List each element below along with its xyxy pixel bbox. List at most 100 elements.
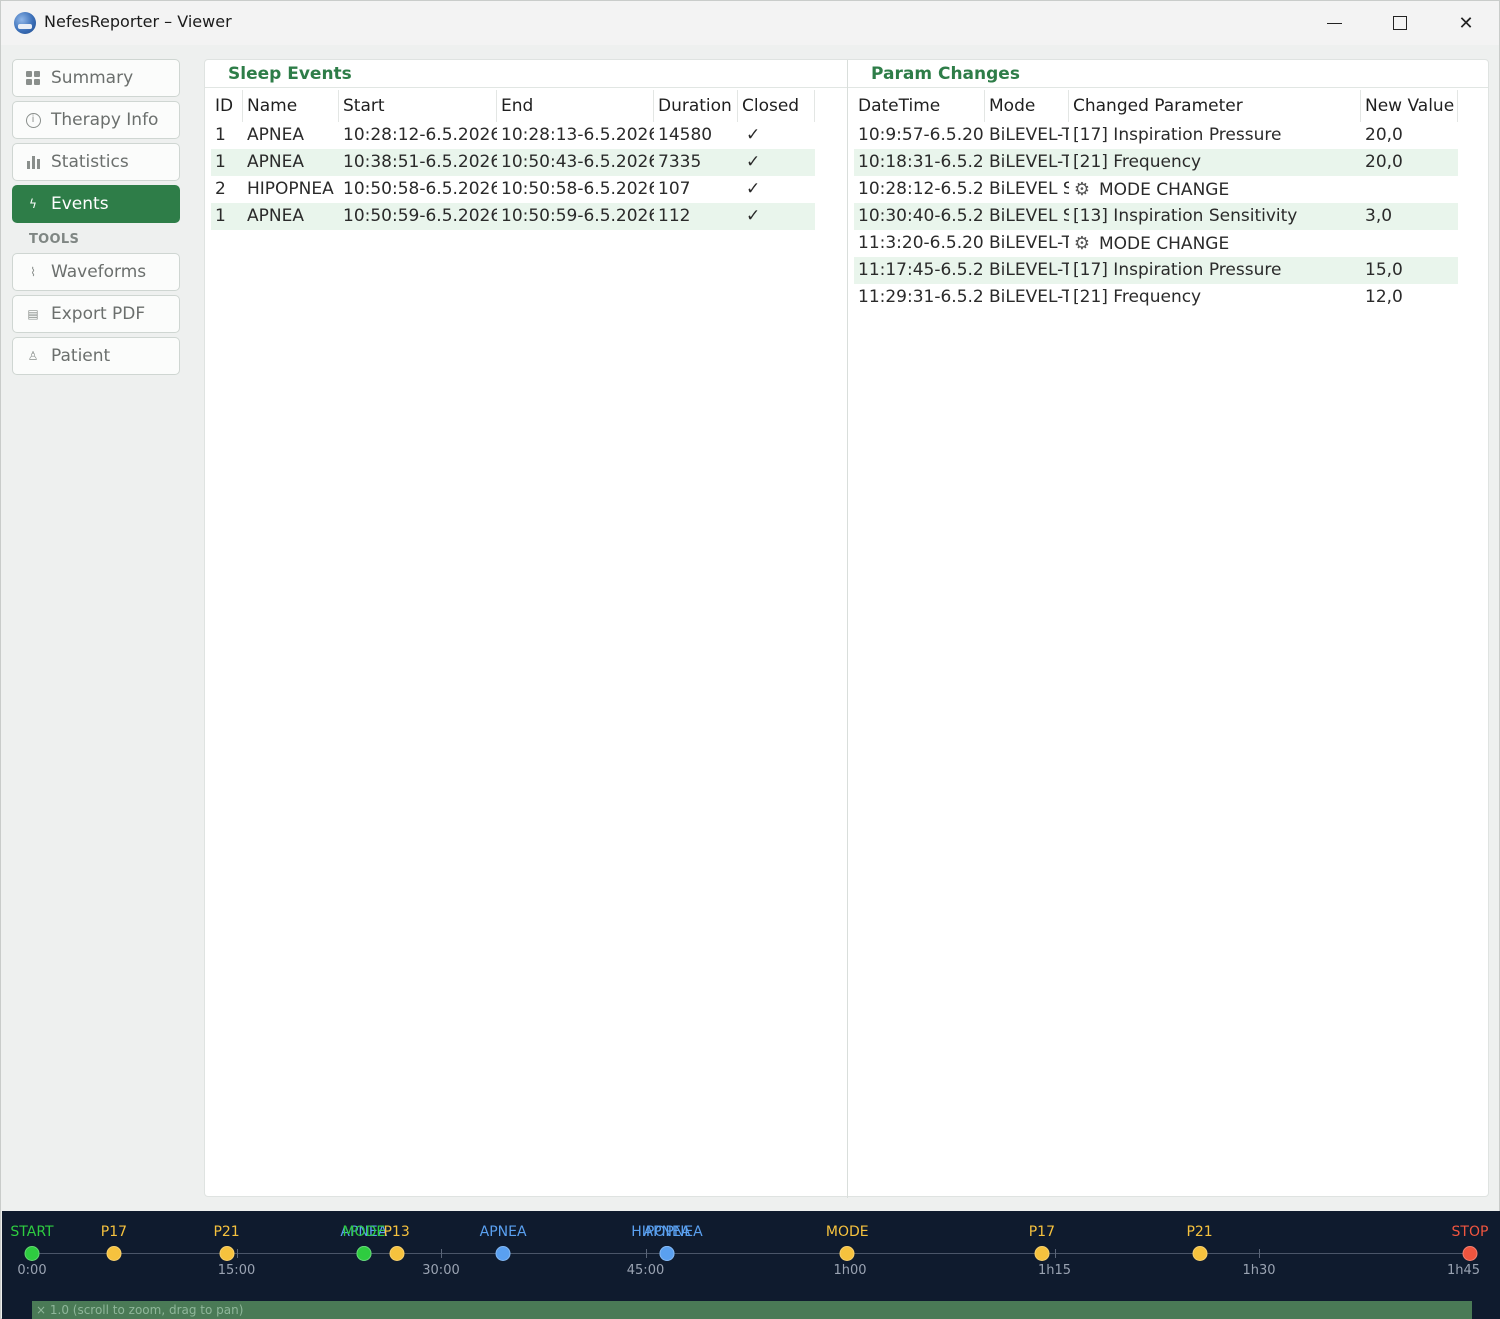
close-icon: ✕ (1458, 12, 1474, 34)
table-row[interactable]: 2 HIPOPNEA 10:50:58-6.5.2026 10:50:58-6.… (211, 176, 815, 203)
timeline-tick (236, 1249, 238, 1258)
column-header-start[interactable]: Start (339, 90, 497, 122)
sidebar-item-events[interactable]: ϟ Events (12, 185, 180, 223)
table-row[interactable]: 10:28:12-6.5.2... BiLEVEL S ⚙ MODE CHANGE (854, 176, 1458, 203)
timeline-marker-label: P13 (383, 1224, 410, 1240)
column-header-id[interactable]: ID (211, 90, 243, 122)
table-row[interactable]: 10:18:31-6.5.2... BiLEVEL-T [21] Frequen… (854, 149, 1458, 176)
timeline-marker[interactable] (219, 1246, 235, 1261)
timeline-tick (1054, 1249, 1056, 1258)
timeline-marker[interactable] (106, 1246, 122, 1261)
timeline-marker[interactable] (839, 1246, 855, 1261)
cell-name: HIPOPNEA (247, 179, 334, 199)
timeline-tick-label: 15:00 (217, 1263, 256, 1278)
table-row[interactable]: 11:17:45-6.5.2... BiLEVEL-T [17] Inspira… (854, 257, 1458, 284)
timeline-marker[interactable] (495, 1246, 511, 1261)
timeline-marker[interactable] (1034, 1246, 1050, 1261)
column-header-new-value[interactable]: New Value (1361, 90, 1458, 122)
cell-end: 10:28:13-6.5.2026 (501, 125, 654, 145)
table-row[interactable]: 1 APNEA 10:50:59-6.5.2026 10:50:59-6.5.2… (211, 203, 815, 230)
panel-divider[interactable] (847, 60, 848, 1198)
table-row[interactable]: 1 APNEA 10:38:51-6.5.2026 10:50:43-6.5.2… (211, 149, 815, 176)
sidebar-item-label: Export PDF (51, 304, 146, 324)
cell-new-value (1361, 176, 1458, 203)
check-icon: ✓ (746, 152, 761, 172)
timeline-marker[interactable] (1462, 1246, 1478, 1261)
table-row[interactable]: 11:3:20-6.5.20... BiLEVEL-T ⚙ MODE CHANGE (854, 230, 1458, 257)
minimize-button[interactable] (1301, 1, 1367, 45)
timeline-zoom-bar[interactable]: × 1.0 (scroll to zoom, drag to pan) (32, 1301, 1472, 1319)
cell-name: APNEA (247, 152, 304, 172)
maximize-button[interactable] (1367, 1, 1433, 45)
sidebar-item-label: Waveforms (51, 262, 147, 282)
sidebar-item-statistics[interactable]: Statistics (12, 143, 180, 181)
timeline-marker-label: P21 (1186, 1224, 1213, 1240)
waveform-icon: ⌇ (30, 265, 36, 279)
timeline-axis (32, 1253, 1470, 1254)
timeline-marker[interactable] (659, 1246, 675, 1261)
info-icon: i (25, 112, 41, 128)
sleep-events-title: Sleep Events (228, 64, 352, 84)
timeline-marker-label: START (10, 1224, 54, 1240)
cell-datetime: 10:18:31-6.5.2... (858, 152, 985, 172)
timeline-tick (645, 1249, 647, 1258)
cell-new-value: 12,0 (1365, 287, 1403, 307)
sidebar-item-label: Statistics (51, 152, 129, 172)
zoom-hint: × 1.0 (scroll to zoom, drag to pan) (36, 1303, 244, 1317)
timeline-marker-label: MODE (825, 1224, 869, 1240)
column-header-datetime[interactable]: DateTime (854, 90, 985, 122)
cell-datetime: 11:3:20-6.5.20... (858, 233, 985, 253)
cell-datetime: 10:30:40-6.5.2... (858, 206, 985, 226)
cell-new-value: 15,0 (1365, 260, 1403, 280)
cell-datetime: 11:17:45-6.5.2... (858, 260, 985, 280)
check-icon: ✓ (746, 179, 761, 199)
cell-start: 10:28:12-6.5.2026 (343, 125, 497, 145)
maximize-icon (1393, 16, 1407, 30)
cell-parameter: [17] Inspiration Pressure (1073, 260, 1282, 280)
gear-icon: ⚙ (1073, 233, 1091, 254)
column-header-changed-parameter[interactable]: Changed Parameter (1069, 90, 1361, 122)
close-button[interactable]: ✕ (1433, 1, 1499, 45)
app-logo-icon (14, 12, 36, 34)
table-row[interactable]: 10:30:40-6.5.2... BiLEVEL S [13] Inspira… (854, 203, 1458, 230)
sidebar-item-patient[interactable]: ♙ Patient (12, 337, 180, 375)
table-header: ID Name Start End Duration Closed (211, 90, 815, 122)
timeline-marker[interactable] (356, 1246, 372, 1261)
sidebar-item-summary[interactable]: Summary (12, 59, 180, 97)
sidebar-item-export-pdf[interactable]: ▤ Export PDF (12, 295, 180, 333)
timeline-tick (441, 1249, 442, 1258)
timeline-marker[interactable] (24, 1246, 40, 1261)
check-icon: ✓ (746, 206, 761, 226)
timeline-marker-label: MODE (342, 1224, 386, 1240)
timeline-tick (1259, 1249, 1260, 1258)
cell-parameter-text: MODE CHANGE (1099, 180, 1230, 200)
table-row[interactable]: 1 APNEA 10:28:12-6.5.2026 10:28:13-6.5.2… (211, 122, 815, 149)
table-row[interactable]: 11:29:31-6.5.2... BiLEVEL-T [21] Frequen… (854, 284, 1458, 311)
column-header-name[interactable]: Name (243, 90, 339, 122)
table-row[interactable]: 10:9:57-6.5.20... BiLEVEL-T [17] Inspira… (854, 122, 1458, 149)
cell-name: APNEA (247, 125, 304, 145)
column-header-closed[interactable]: Closed (738, 90, 815, 122)
column-header-mode[interactable]: Mode (985, 90, 1069, 122)
timeline-tick-label: 1h30 (1242, 1263, 1276, 1278)
sidebar-item-therapy-info[interactable]: i Therapy Info (12, 101, 180, 139)
timeline-marker[interactable] (389, 1246, 405, 1261)
timeline-marker[interactable] (1192, 1246, 1208, 1261)
timeline-tick-label: 0:00 (17, 1263, 47, 1278)
cell-new-value: 3,0 (1365, 206, 1393, 226)
cell-id: 1 (215, 206, 226, 226)
cell-new-value (1361, 230, 1458, 257)
cell-duration: 14580 (658, 125, 713, 145)
timeline-marker-label: P17 (1028, 1224, 1056, 1240)
sidebar-item-label: Therapy Info (51, 110, 159, 130)
gear-icon: ⚙ (1073, 179, 1091, 200)
table-header: DateTime Mode Changed Parameter New Valu… (854, 90, 1458, 122)
column-header-duration[interactable]: Duration (654, 90, 738, 122)
column-header-end[interactable]: End (497, 90, 654, 122)
check-icon: ✓ (746, 125, 761, 145)
event-timeline[interactable]: × 1.0 (scroll to zoom, drag to pan) 0:00… (2, 1211, 1500, 1319)
sidebar-item-waveforms[interactable]: ⌇ Waveforms (12, 253, 180, 291)
cell-mode: BiLEVEL-T (989, 287, 1069, 307)
bar-chart-icon (25, 154, 41, 170)
cell-duration: 112 (658, 206, 691, 226)
